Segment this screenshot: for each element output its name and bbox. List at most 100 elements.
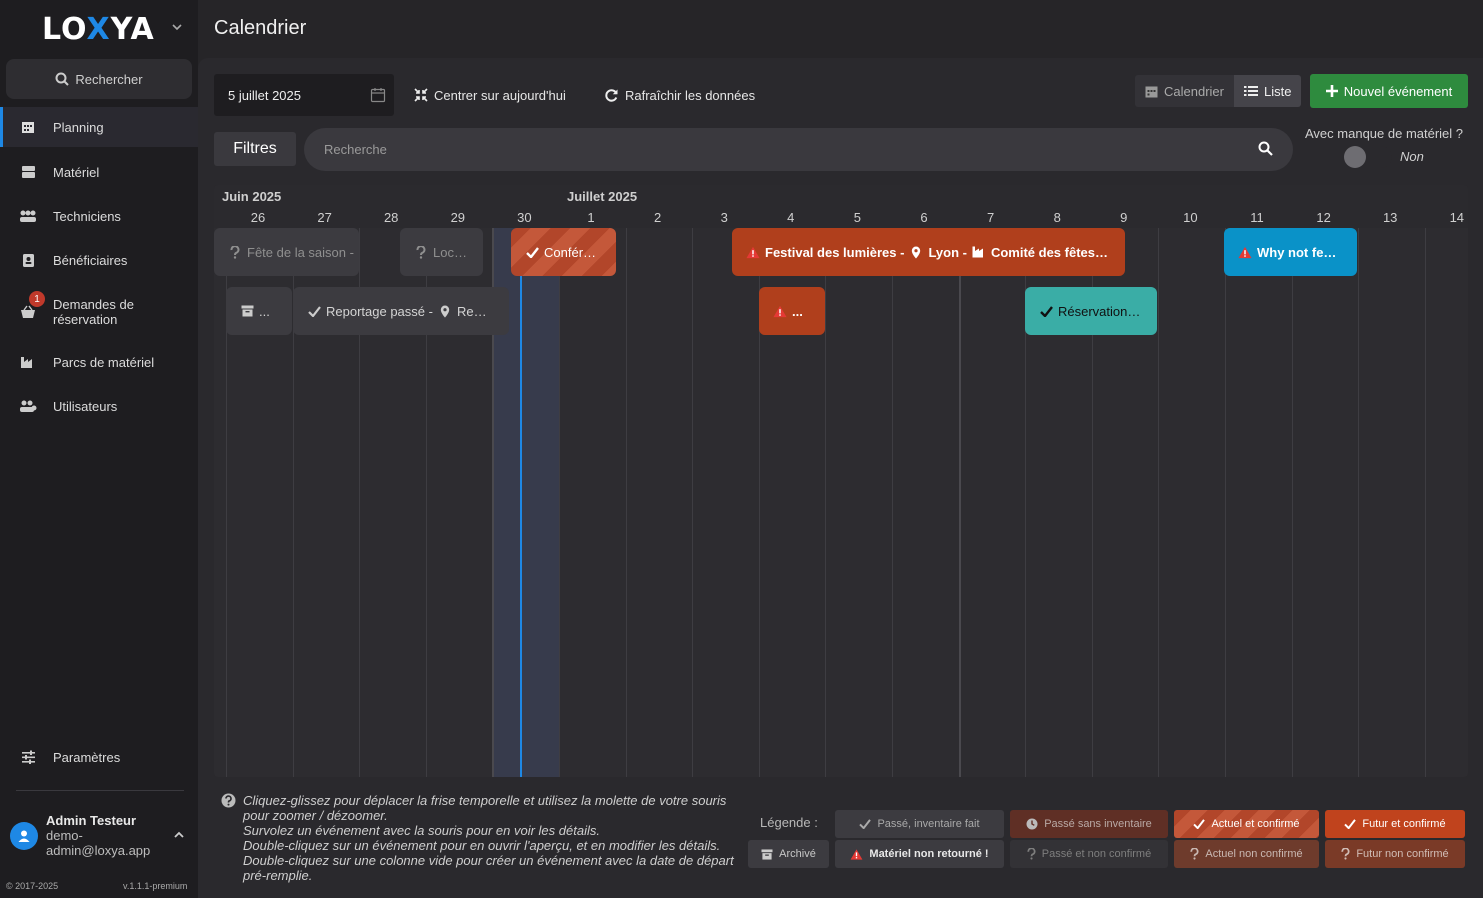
event-item[interactable]: Confér…	[511, 228, 616, 276]
event-item[interactable]: Why not fe…	[1224, 228, 1357, 276]
day-label: 12	[1316, 210, 1331, 225]
event-item[interactable]: ...	[759, 287, 825, 335]
timeline[interactable]: Juin 2025 Juillet 2025 26 27 28 29 30 1 2 3 4 5 6 7…	[214, 185, 1468, 777]
chevron-down-icon[interactable]	[170, 20, 184, 34]
view-calendar-button[interactable]: Calendrier	[1135, 75, 1234, 107]
chevron-up-icon[interactable]	[173, 829, 185, 841]
refresh-button[interactable]: Rafraîchir les données	[604, 85, 755, 105]
grid-line	[1158, 228, 1160, 777]
logo[interactable]: LOXYA	[42, 12, 155, 47]
sidebar-search-button[interactable]: Rechercher	[6, 59, 192, 99]
grid-line	[1358, 228, 1360, 777]
user-menu[interactable]: Admin Testeur demo-admin@loxya.app	[0, 805, 198, 865]
day-label: 2	[653, 210, 662, 225]
copyright: © 2017-2025	[6, 881, 59, 891]
sidebar-item-materiel[interactable]: Matériel	[0, 152, 198, 192]
day-label: 8	[1053, 210, 1061, 225]
sidebar-item-planning[interactable]: Planning	[0, 107, 198, 147]
page-title: Calendrier	[214, 17, 307, 39]
event-item[interactable]: Reportage passé - Re…	[293, 287, 509, 335]
sidebar-item-label: Parcs de matériel	[53, 354, 155, 370]
legend-text: Passé, inventaire fait	[877, 818, 980, 830]
calendar-icon	[1145, 86, 1158, 97]
legend-text: Futur et confirmé	[1362, 818, 1446, 830]
sidebar-item-label: Demandes de réservation	[53, 297, 134, 327]
event-item[interactable]: Réservation…	[1025, 287, 1157, 335]
archive-icon	[240, 304, 254, 318]
day-label: 3	[720, 210, 728, 225]
new-event-button[interactable]: Nouvel événement	[1310, 74, 1468, 108]
view-list-button[interactable]: Liste	[1233, 75, 1302, 107]
grid-line	[825, 228, 827, 777]
sidebar-item-techniciens[interactable]: Techniciens	[0, 196, 198, 236]
warning-icon	[773, 304, 787, 318]
sidebar-item-parametres[interactable]: Paramètres	[0, 737, 198, 777]
center-today-label: Centrer sur aujourd'hui	[434, 87, 566, 103]
user-email: demo-admin@loxya.app	[46, 828, 151, 858]
legend-item: Matériel non retourné !	[835, 840, 1004, 868]
legend-item: Passé sans inventaire	[1010, 810, 1168, 838]
check-icon	[307, 304, 321, 318]
event-title: Reportage passé -	[326, 303, 433, 319]
event-location: Lyon -	[928, 244, 967, 260]
legend-item: Futur et confirmé	[1325, 810, 1465, 838]
legend-text: Passé et non confirmé	[1041, 848, 1152, 860]
industry-icon	[972, 245, 986, 259]
sidebar-item-beneficiaires[interactable]: Bénéficiaires	[0, 240, 198, 280]
event-title: Festival des lumières -	[765, 244, 905, 260]
grid-line	[692, 228, 694, 777]
calendar-icon	[370, 88, 386, 103]
divider	[16, 790, 184, 791]
help-line: Survolez un événement avec la souris pou…	[243, 823, 600, 838]
check-icon	[1039, 304, 1053, 318]
event-park: Comité des fêtes…	[990, 244, 1109, 260]
event-title: Fête de la saison -	[247, 244, 354, 260]
legend-item: Passé, inventaire fait	[835, 810, 1004, 838]
day-label: 1	[587, 210, 595, 225]
location-icon	[909, 245, 923, 259]
sidebar-item-parcs[interactable]: Parcs de matériel	[0, 342, 198, 382]
sidebar: LOXYA Rechercher Planning Matériel Techn…	[0, 0, 198, 898]
search-icon	[55, 72, 70, 86]
sidebar-item-label: Utilisateurs	[53, 398, 118, 414]
legend-text: Passé sans inventaire	[1044, 818, 1152, 830]
grid-line	[892, 228, 893, 777]
legend-item: Actuel et confirmé	[1174, 810, 1319, 838]
month-label: Juillet 2025	[567, 189, 638, 204]
filters-button[interactable]: Filtres	[214, 132, 296, 166]
today-marker	[520, 228, 522, 777]
plus-icon	[1325, 85, 1338, 97]
people-icon	[19, 207, 37, 225]
check-icon	[1344, 819, 1357, 829]
location-icon	[438, 304, 452, 318]
day-label: 7	[986, 210, 995, 225]
view-list-label: Liste	[1263, 83, 1292, 99]
search-icon[interactable]	[1258, 141, 1273, 156]
help-text: Cliquez-glissez pour déplacer la frise t…	[243, 793, 743, 883]
check-icon	[1193, 819, 1206, 829]
question-icon	[228, 245, 242, 259]
search-input[interactable]: Recherche	[304, 128, 1293, 171]
industry-icon	[19, 353, 37, 371]
event-title: Why not fe…	[1257, 244, 1337, 260]
toggle-knob	[1344, 146, 1366, 168]
material-lack-toggle[interactable]	[1344, 146, 1392, 168]
event-item[interactable]: Loc…	[400, 228, 483, 276]
sidebar-item-demandes[interactable]: 1 Demandes de réservation	[0, 291, 198, 333]
legend-text: Matériel non retourné !	[869, 848, 989, 860]
date-picker[interactable]: 5 juillet 2025	[214, 74, 394, 116]
event-item[interactable]: Fête de la saison -	[214, 228, 359, 276]
event-item[interactable]: Festival des lumières - Lyon - Comité de…	[732, 228, 1125, 276]
center-today-button[interactable]: Centrer sur aujourd'hui	[414, 85, 566, 105]
event-item[interactable]: ...	[226, 287, 292, 335]
users-icon	[19, 397, 37, 415]
sidebar-item-utilisateurs[interactable]: Utilisateurs	[0, 386, 198, 426]
legend-item: Actuel non confirmé	[1174, 840, 1319, 868]
month-label: Juin 2025	[222, 189, 282, 204]
timeline-header: Juin 2025 Juillet 2025 26 27 28 29 30 1 2 3 4 5 6 7…	[214, 185, 1468, 228]
day-label: 30	[517, 210, 532, 225]
legend-text: Actuel non confirmé	[1205, 848, 1303, 860]
list-icon	[1243, 86, 1258, 96]
sidebar-search-label: Rechercher	[75, 71, 143, 87]
day-label: 28	[383, 210, 399, 225]
